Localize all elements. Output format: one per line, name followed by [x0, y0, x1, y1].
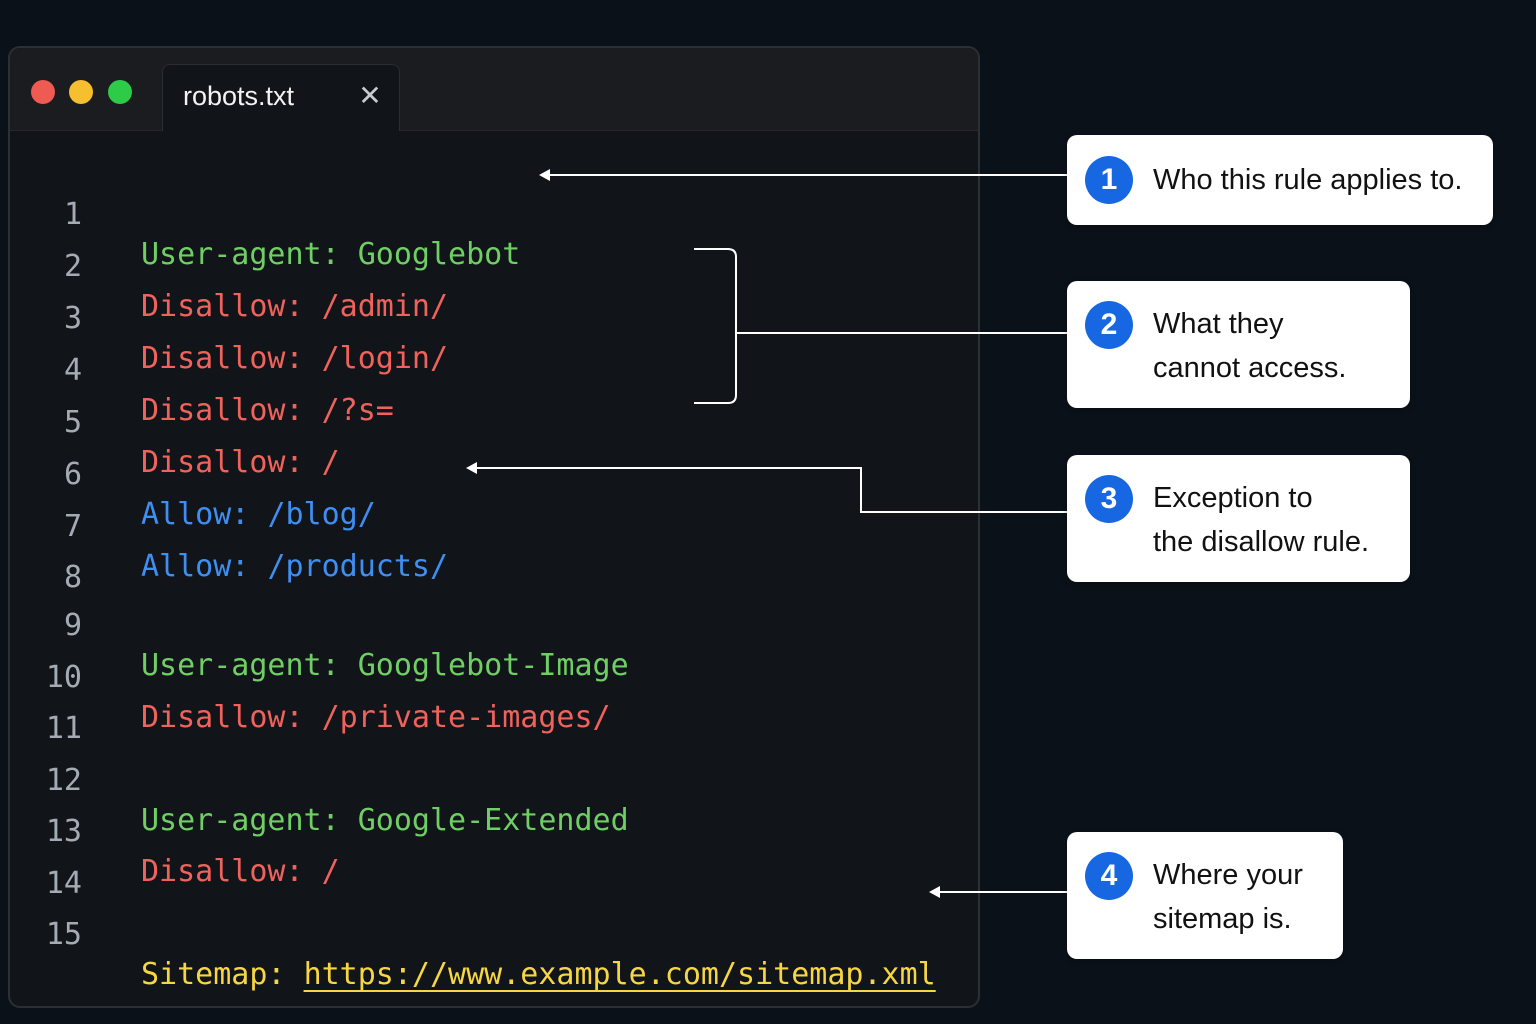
callout-1: 1 Who this rule applies to.	[1067, 135, 1493, 225]
title-bar: robots.txt ✕	[10, 48, 978, 131]
code-line-6[interactable]: 6 Allow: /blog/	[10, 415, 970, 532]
callout-text-line-1: What they	[1153, 308, 1284, 340]
code-line-10[interactable]: 10 Disallow: /private-images/	[10, 618, 970, 735]
close-window-button[interactable]	[31, 80, 55, 104]
callout-text-line-2: cannot access.	[1153, 352, 1347, 384]
minimize-window-button[interactable]	[69, 80, 93, 104]
callout-text-line-2: the disallow rule.	[1153, 526, 1369, 558]
code-line-5[interactable]: 5 Disallow: /	[10, 363, 970, 480]
code-line-4[interactable]: 4 Disallow: /?s=	[10, 311, 970, 428]
code-line-8[interactable]: 8	[10, 518, 970, 595]
tab-label: robots.txt	[183, 81, 295, 111]
callout-text-line-2: sitemap is.	[1153, 903, 1292, 935]
number-badge: 3	[1085, 475, 1133, 523]
number-badge: 2	[1085, 301, 1133, 349]
code-line-1[interactable]: 1 User-agent: Googlebot	[10, 155, 970, 272]
callout-2: 2 What they cannot access.	[1067, 281, 1410, 408]
editor-window: robots.txt ✕ 1 User-agent: Googlebot 2 D…	[8, 46, 980, 1008]
callout-text-line-1: Where your	[1153, 859, 1303, 891]
callout-3: 3 Exception to the disallow rule.	[1067, 455, 1410, 582]
code-line-12[interactable]: 12 User-agent: Google-Extended	[10, 721, 970, 838]
callout-text-line-1: Exception to	[1153, 482, 1313, 514]
code-line-11[interactable]: 11	[10, 669, 970, 746]
code-line-3[interactable]: 3 Disallow: /login/	[10, 259, 970, 376]
number-badge: 4	[1085, 852, 1133, 900]
callout-text: Who this rule applies to.	[1153, 164, 1463, 196]
code-line-13[interactable]: 13 Disallow: /	[10, 772, 970, 889]
zoom-window-button[interactable]	[108, 80, 132, 104]
code-line-9[interactable]: 9 User-agent: Googlebot-Image	[10, 566, 970, 683]
code-line-14[interactable]: 14	[10, 824, 970, 901]
number-badge: 1	[1085, 156, 1133, 204]
close-icon[interactable]: ✕	[355, 79, 385, 113]
line-number: 15	[45, 917, 82, 952]
code-line-15[interactable]: 15 Sitemap: https://www.example.com/site…	[10, 875, 970, 992]
code-line-2[interactable]: 2 Disallow: /admin/	[10, 207, 970, 324]
tab-robots-txt[interactable]: robots.txt ✕	[162, 64, 400, 131]
sitemap-url-link[interactable]: https://www.example.com/sitemap.xml	[304, 957, 936, 992]
callout-4: 4 Where your sitemap is.	[1067, 832, 1343, 959]
code-line-7[interactable]: 7 Allow: /products/	[10, 467, 970, 584]
directive-key: Sitemap:	[141, 957, 286, 992]
